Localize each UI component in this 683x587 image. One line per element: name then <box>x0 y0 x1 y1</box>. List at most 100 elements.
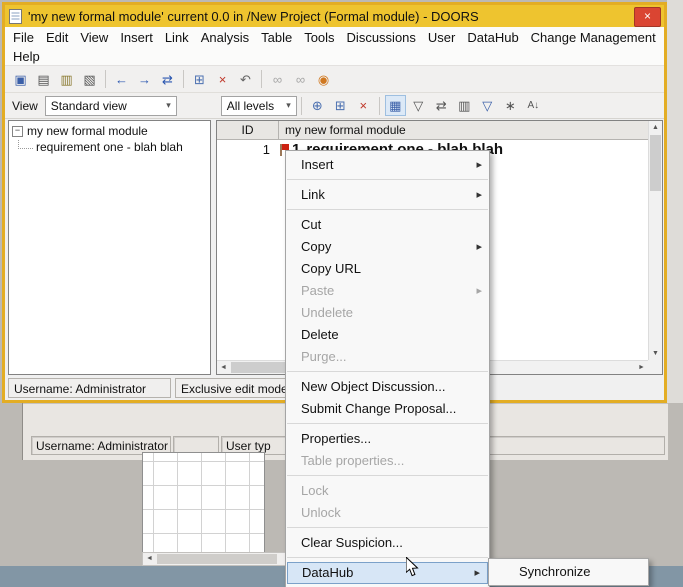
datahub-sync-button[interactable]: ◉ <box>313 69 334 90</box>
scroll-right-arrow-icon[interactable]: ► <box>635 361 648 374</box>
title-bar[interactable]: 'my new formal module' current 0.0 in /N… <box>5 5 664 27</box>
tree-item-requirement-one[interactable]: requirement one - blah blah <box>9 140 210 154</box>
window-title: 'my new formal module' current 0.0 in /N… <box>28 9 479 24</box>
menu-view[interactable]: View <box>74 28 114 47</box>
undelete-object-button[interactable]: ↶ <box>235 69 256 90</box>
scrollbar-thumb[interactable] <box>650 135 661 191</box>
view-options-button[interactable]: ∗ <box>500 95 521 116</box>
datahub-sync-icon: ◉ <box>318 73 329 86</box>
close-button[interactable]: × <box>634 7 661 27</box>
context-menu-item-label: Lock <box>301 483 328 498</box>
context-menu-separator <box>287 209 488 210</box>
context-menu-item-insert[interactable]: Insert▸ <box>286 154 489 176</box>
scrollbar-thumb[interactable] <box>157 554 277 564</box>
toolbar-separator <box>183 70 184 88</box>
tree-child-label[interactable]: requirement one - blah blah <box>36 140 183 154</box>
edit-attributes-icon: ▧ <box>83 73 95 86</box>
follow-link-button[interactable]: ∞ <box>290 69 311 90</box>
open-module-button[interactable]: ▥ <box>56 69 77 90</box>
save-button[interactable]: ▣ <box>10 69 31 90</box>
view-options-icon: ∗ <box>505 99 516 112</box>
view-combobox-value: Standard view <box>51 99 127 113</box>
promote-object-icon: ← <box>115 73 128 86</box>
sort-az-icon: A↓ <box>527 101 539 111</box>
sort-az-button[interactable]: A↓ <box>523 95 544 116</box>
link-indicators-button[interactable]: ⇄ <box>431 95 452 116</box>
scroll-up-arrow-icon[interactable]: ▲ <box>649 121 662 134</box>
context-menu-item-properties[interactable]: Properties... <box>286 428 489 450</box>
menu-datahub[interactable]: DataHub <box>461 28 524 47</box>
print-icon: ▤ <box>37 73 49 86</box>
promote-object-button[interactable]: ← <box>111 69 132 90</box>
main-column-toggle-button[interactable]: ▦ <box>385 95 406 116</box>
demote-object-button[interactable]: → <box>134 69 155 90</box>
tree-item-module-root[interactable]: − my new formal module <box>9 121 210 139</box>
view-toolbar: View Standard view ▾ All levels ▾ ⊕⊞× ▦ ▽ ⇄… <box>5 93 664 119</box>
delete-level-button[interactable]: × <box>353 95 374 116</box>
context-menu-item-undelete[interactable]: Undelete <box>286 302 489 324</box>
context-menu-item-table-properties[interactable]: Table properties... <box>286 450 489 472</box>
delete-object-button[interactable]: × <box>212 69 233 90</box>
scroll-left-arrow-icon[interactable]: ◄ <box>143 553 156 565</box>
menu-edit[interactable]: Edit <box>40 28 74 47</box>
context-menu-item-label: Cut <box>301 217 321 232</box>
menu-link[interactable]: Link <box>159 28 195 47</box>
context-menu-item-submit-change-proposal[interactable]: Submit Change Proposal... <box>286 398 489 420</box>
menu-change-management[interactable]: Change Management <box>525 28 662 47</box>
context-menu-item-label: Properties... <box>301 431 371 446</box>
context-menu-item-new-object-discussion[interactable]: New Object Discussion... <box>286 376 489 398</box>
menu-file[interactable]: File <box>7 28 40 47</box>
menu-insert[interactable]: Insert <box>114 28 159 47</box>
menu-discussions[interactable]: Discussions <box>341 28 422 47</box>
menu-table[interactable]: Table <box>255 28 298 47</box>
context-menu-item-lock[interactable]: Lock <box>286 480 489 502</box>
save-icon: ▣ <box>14 73 26 86</box>
menu-user[interactable]: User <box>422 28 461 47</box>
column-header-id[interactable]: ID <box>217 121 279 139</box>
context-menu-item-copy-url[interactable]: Copy URL <box>286 258 489 280</box>
edit-attributes-button[interactable]: ▧ <box>79 69 100 90</box>
chevron-down-icon[interactable]: ▾ <box>283 100 294 111</box>
levels-combobox[interactable]: All levels ▾ <box>221 96 297 116</box>
view-combobox[interactable]: Standard view ▾ <box>45 96 177 116</box>
grid-chart-panel <box>142 452 265 553</box>
toolbar-separator <box>379 97 380 115</box>
filter-button[interactable]: ▽ <box>477 95 498 116</box>
make-link-button[interactable]: ∞ <box>267 69 288 90</box>
scroll-down-arrow-icon[interactable]: ▼ <box>649 347 662 360</box>
menu-analysis[interactable]: Analysis <box>195 28 255 47</box>
context-menu-item-link[interactable]: Link▸ <box>286 184 489 206</box>
context-menu-item-datahub[interactable]: DataHub▸ <box>287 562 488 584</box>
edit-filter-icon: ▽ <box>413 99 423 112</box>
chevron-down-icon[interactable]: ▾ <box>163 100 174 111</box>
context-menu-item-unlock[interactable]: Unlock <box>286 502 489 524</box>
submenu-item-synchronize[interactable]: Synchronize <box>489 561 648 583</box>
context-menu-item-delete[interactable]: Delete <box>286 324 489 346</box>
context-menu-item-paste[interactable]: Paste▸ <box>286 280 489 302</box>
submenu-arrow-icon: ▸ <box>474 563 480 583</box>
move-object-button[interactable]: ⇄ <box>157 69 178 90</box>
vertical-scrollbar[interactable]: ▲ ▼ <box>648 121 662 360</box>
menu-tools[interactable]: Tools <box>298 28 340 47</box>
view-label: View <box>12 99 38 113</box>
insert-column-button[interactable]: ▥ <box>454 95 475 116</box>
paste-level-button[interactable]: ⊞ <box>330 95 351 116</box>
tree-collapse-icon[interactable]: − <box>12 126 23 137</box>
copy-level-button[interactable]: ⊕ <box>307 95 328 116</box>
scroll-left-arrow-icon[interactable]: ◄ <box>217 361 230 374</box>
tree-root-label[interactable]: my new formal module <box>27 124 148 138</box>
context-menu-item-purge[interactable]: Purge... <box>286 346 489 368</box>
edit-filter-button[interactable]: ▽ <box>408 95 429 116</box>
context-menu-item-label: Clear Suspicion... <box>301 535 403 550</box>
context-menu-separator <box>287 527 488 528</box>
context-menu-item-cut[interactable]: Cut <box>286 214 489 236</box>
insert-object-button[interactable]: ⊞ <box>189 69 210 90</box>
context-menu-item-clear-suspicion[interactable]: Clear Suspicion... <box>286 532 489 554</box>
print-button[interactable]: ▤ <box>33 69 54 90</box>
row-id-cell[interactable]: 1 <box>217 142 279 157</box>
context-menu-item-copy[interactable]: Copy▸ <box>286 236 489 258</box>
demote-object-icon: → <box>138 73 151 86</box>
menu-help[interactable]: Help <box>7 47 46 66</box>
column-header-main[interactable]: my new formal module <box>279 121 648 139</box>
make-link-icon: ∞ <box>273 73 282 86</box>
